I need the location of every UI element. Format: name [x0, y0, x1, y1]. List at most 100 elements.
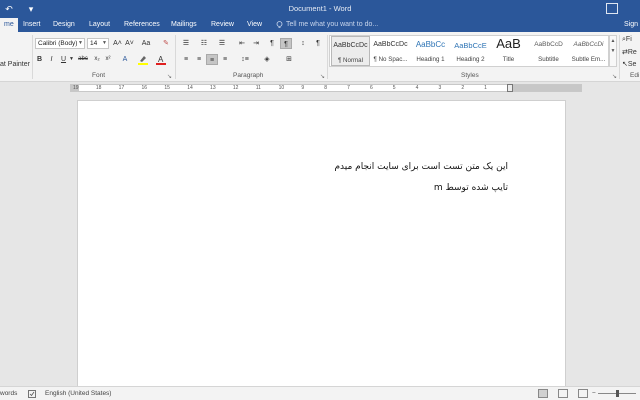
decrease-indent-icon[interactable]: ⇤: [236, 38, 248, 49]
strikethrough-button[interactable]: abc: [76, 54, 90, 65]
styles-dialog-launcher-icon[interactable]: ↘: [612, 73, 617, 80]
document-line[interactable]: تایپ شده توسط m: [434, 183, 508, 193]
style-name: ¶ Normal: [338, 57, 363, 64]
sort-icon[interactable]: ↕: [298, 38, 308, 49]
ruler-tick-label: 12: [232, 85, 239, 91]
font-group-label: Font: [92, 72, 106, 79]
tab-mailings[interactable]: Mailings: [171, 18, 197, 32]
ruler-tick-label: 7: [347, 85, 350, 91]
read-mode-icon[interactable]: [538, 389, 548, 398]
word-count[interactable]: words: [0, 390, 17, 398]
ruler-tick-label: 17: [118, 85, 125, 91]
styles-gallery-scroll[interactable]: ▲ ▼: [609, 35, 617, 67]
find-button[interactable]: ⌕Fi: [622, 34, 640, 45]
font-color-icon[interactable]: A: [155, 54, 169, 65]
format-painter-button[interactable]: at Painter: [0, 59, 30, 70]
align-left-icon[interactable]: ≡: [180, 54, 192, 65]
underline-button[interactable]: U: [59, 54, 68, 65]
borders-icon[interactable]: ⊞: [282, 54, 296, 65]
style-subtitle[interactable]: AaBbCcD Subtitle: [529, 36, 568, 66]
shrink-font-button[interactable]: A˅: [124, 38, 135, 49]
style-subtle-emphasis[interactable]: AaBbCcDi Subtle Em...: [569, 36, 608, 66]
select-button[interactable]: ↖Se: [622, 59, 640, 70]
grow-font-button[interactable]: A˄: [112, 38, 123, 49]
style-heading-2[interactable]: AaBbCcE Heading 2: [451, 36, 490, 66]
styles-gallery: AaBbCcDc ¶ Normal AaBbCcDc ¶ No Spac... …: [329, 35, 609, 67]
show-formatting-button[interactable]: ¶: [313, 38, 323, 49]
shading-icon[interactable]: ◈: [260, 54, 274, 65]
change-case-button[interactable]: Aa: [138, 38, 154, 49]
justify-icon[interactable]: ≡: [219, 54, 231, 65]
document-page[interactable]: این یک متن تست است برای سایت انجام میدم …: [77, 100, 566, 395]
rtl-direction-icon[interactable]: ¶: [280, 38, 292, 49]
font-size-combo[interactable]: 14 ▼: [87, 38, 109, 49]
tab-home[interactable]: me: [0, 18, 18, 32]
horizontal-ruler[interactable]: 19 18 17 16 15 14 13 12 11 10 9 8 7 6 5 4 3 2 1: [70, 84, 582, 92]
right-indent-marker[interactable]: [507, 84, 513, 92]
font-dialog-launcher-icon[interactable]: ↘: [167, 73, 172, 80]
font-color-glyph: A: [156, 55, 166, 65]
ribbon-tabs: me Insert Design Layout References Maili…: [0, 18, 640, 32]
style-preview: AaBbCcDc: [333, 42, 368, 49]
ruler-tick-label: 5: [392, 85, 396, 91]
style-name: Heading 1: [416, 56, 445, 63]
tab-view[interactable]: View: [247, 18, 262, 32]
tab-design[interactable]: Design: [53, 18, 75, 32]
style-heading-1[interactable]: AaBbCc Heading 1: [411, 36, 450, 66]
proofing-icon[interactable]: [28, 390, 37, 398]
tab-references[interactable]: References: [124, 18, 160, 32]
style-name: Title: [502, 56, 515, 63]
tell-me-placeholder: Tell me what you want to do...: [286, 21, 379, 28]
style-preview: AaB: [496, 36, 521, 51]
text-effects-icon[interactable]: A: [118, 54, 132, 65]
ltr-direction-icon[interactable]: ¶: [266, 38, 278, 49]
align-center-icon[interactable]: ≡: [193, 54, 205, 65]
style-title[interactable]: AaB Title: [489, 36, 528, 66]
style-preview: AaBbCc: [415, 40, 446, 49]
ribbon-display-options-icon[interactable]: [606, 3, 618, 14]
paragraph-group-label: Paragraph: [233, 72, 264, 79]
tab-review[interactable]: Review: [211, 18, 234, 32]
subscript-button[interactable]: x₂: [92, 54, 102, 65]
ruler-tick-label: 15: [164, 85, 170, 91]
align-right-icon[interactable]: ≡: [206, 54, 218, 65]
ruler-tick-label: 18: [95, 85, 102, 91]
tell-me-box[interactable]: Tell me what you want to do...: [276, 18, 378, 32]
line-spacing-icon[interactable]: ↕≡: [238, 54, 252, 65]
tab-insert[interactable]: Insert: [23, 18, 41, 32]
window-title: Document1 - Word: [288, 4, 352, 13]
document-line[interactable]: این یک متن تست است برای سایت انجام میدم: [334, 162, 508, 172]
style-name: Heading 2: [456, 56, 485, 63]
superscript-button[interactable]: x²: [103, 54, 113, 65]
ruler-tick-label: 3: [438, 85, 442, 91]
paragraph-dialog-launcher-icon[interactable]: ↘: [320, 73, 325, 80]
style-normal[interactable]: AaBbCcDc ¶ Normal: [331, 36, 370, 66]
replace-label: Re: [627, 49, 637, 56]
find-label: Fi: [625, 36, 632, 43]
svg-text:A: A: [158, 55, 164, 64]
ruler-tick-label: 4: [415, 85, 419, 91]
language-indicator[interactable]: English (United States): [45, 390, 111, 398]
print-layout-icon[interactable]: [558, 389, 568, 398]
zoom-out-icon[interactable]: −: [592, 390, 596, 398]
zoom-slider-thumb[interactable]: [616, 390, 619, 397]
style-no-spacing[interactable]: AaBbCcDc ¶ No Spac...: [371, 36, 410, 66]
clear-formatting-icon[interactable]: ✎: [160, 38, 172, 49]
replace-button[interactable]: ⇄Re: [622, 47, 640, 58]
style-preview: AaBbCcDc: [373, 41, 408, 48]
font-name-value: Calibri (Body): [38, 40, 78, 47]
numbering-icon[interactable]: ☷: [198, 38, 210, 49]
chevron-down-icon[interactable]: ▼: [69, 54, 74, 65]
tab-layout[interactable]: Layout: [89, 18, 110, 32]
bold-button[interactable]: B: [35, 54, 44, 65]
web-layout-icon[interactable]: [578, 389, 588, 398]
sign-in-link[interactable]: Sign: [624, 18, 638, 32]
font-name-combo[interactable]: Calibri (Body) ▼: [35, 38, 85, 49]
italic-button[interactable]: I: [47, 54, 56, 65]
bullets-icon[interactable]: ☰: [180, 38, 192, 49]
ruler-tick-label: 11: [255, 85, 261, 91]
highlight-icon[interactable]: [137, 54, 151, 65]
style-name: ¶ No Spac...: [373, 56, 408, 63]
increase-indent-icon[interactable]: ⇥: [250, 38, 262, 49]
multilevel-list-icon[interactable]: ☰: [216, 38, 228, 49]
